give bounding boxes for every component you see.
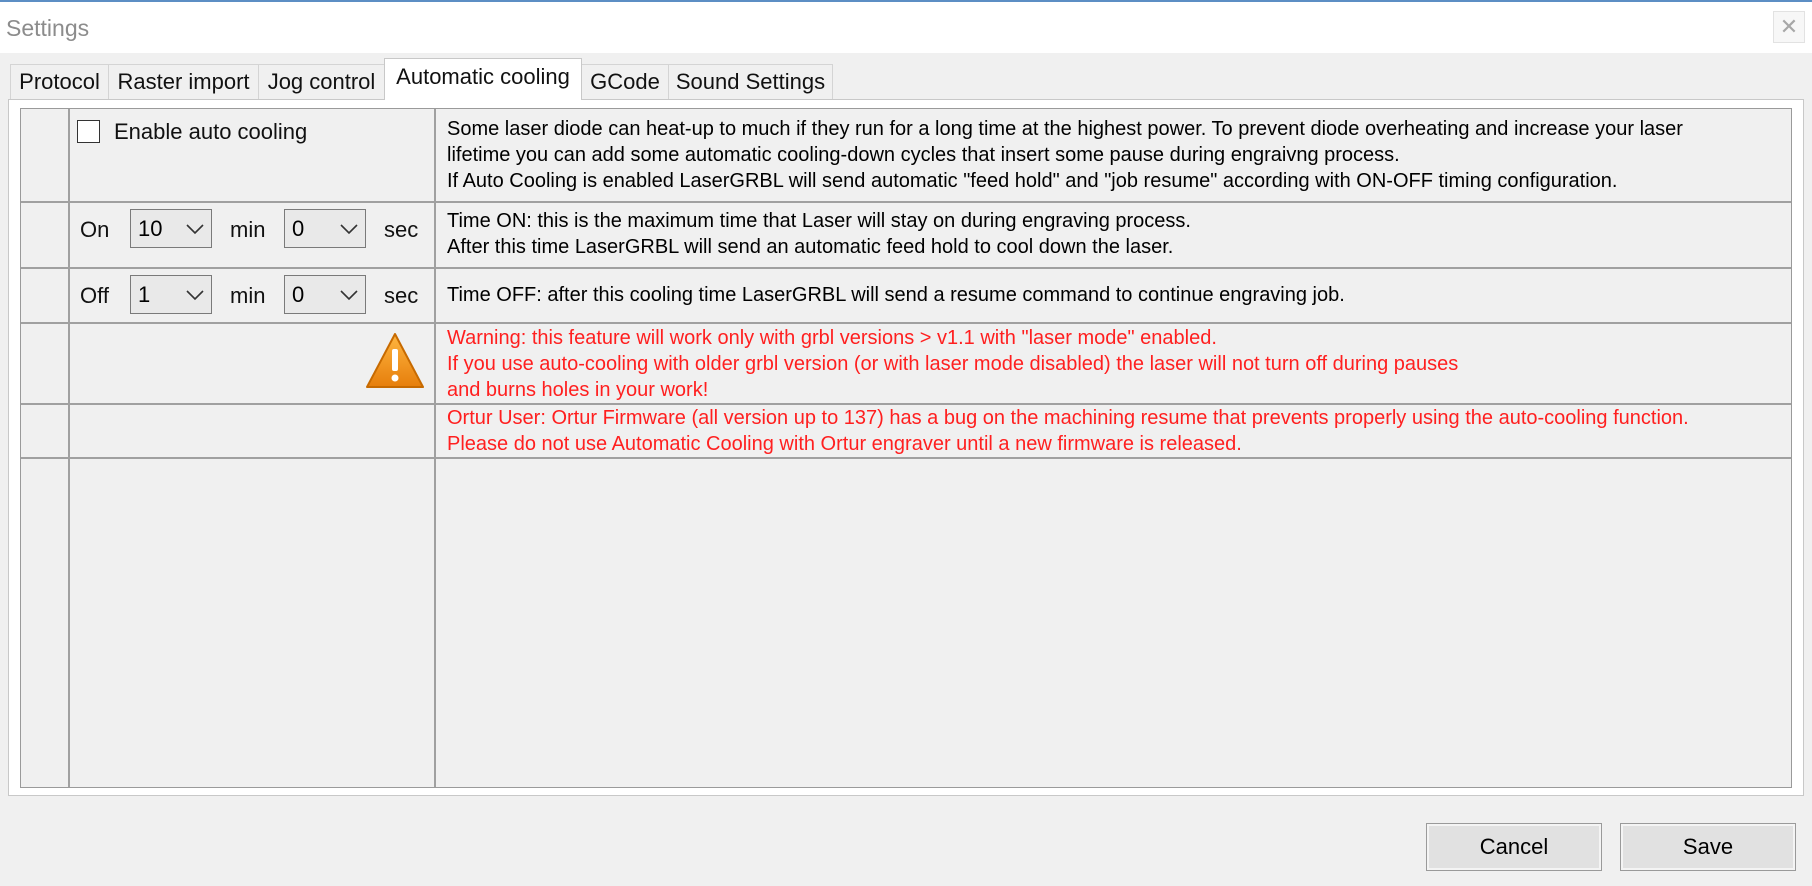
warning-line: Please do not use Automatic Cooling with… bbox=[447, 433, 1242, 455]
time-off-description: Time OFF: after this cooling time LaserG… bbox=[447, 282, 1345, 308]
on-seconds-unit: sec bbox=[384, 217, 419, 242]
tab-jog-control[interactable]: Jog control bbox=[258, 64, 385, 99]
off-seconds-unit: sec bbox=[384, 283, 419, 308]
enable-auto-cooling-label: Enable auto cooling bbox=[114, 119, 308, 144]
warning-line: and burns holes in your work! bbox=[447, 379, 709, 401]
grid-divider bbox=[21, 322, 1791, 324]
description-line: Time ON: this is the maximum time that L… bbox=[447, 210, 1191, 232]
on-seconds-value: 0 bbox=[292, 216, 305, 241]
tab-raster-import[interactable]: Raster import bbox=[108, 64, 259, 99]
off-seconds-select[interactable]: 0 bbox=[284, 275, 366, 314]
off-minutes-select[interactable]: 1 bbox=[130, 275, 212, 314]
tab-protocol[interactable]: Protocol bbox=[10, 64, 109, 99]
grid-divider bbox=[21, 267, 1791, 269]
tab-automatic-cooling[interactable]: Automatic cooling bbox=[384, 58, 582, 100]
off-minutes-unit: min bbox=[230, 283, 266, 308]
on-minutes-select[interactable]: 10 bbox=[130, 209, 212, 248]
description-line: lifetime you can add some automatic cool… bbox=[447, 144, 1400, 166]
description-line: Some laser diode can heat-up to much if … bbox=[447, 118, 1683, 140]
grbl-version-warning: Warning: this feature will work only wit… bbox=[447, 325, 1458, 403]
on-minutes-value: 10 bbox=[138, 216, 163, 241]
grid-divider bbox=[21, 201, 1791, 203]
on-label: On bbox=[80, 217, 110, 242]
save-button[interactable]: Save bbox=[1620, 823, 1796, 871]
description-line: Time OFF: after this cooling time LaserG… bbox=[447, 284, 1345, 306]
chevron-down-icon bbox=[186, 290, 204, 301]
warning-icon bbox=[366, 333, 424, 388]
on-seconds-select[interactable]: 0 bbox=[284, 209, 366, 248]
grid-divider bbox=[434, 109, 436, 787]
on-minutes-unit: min bbox=[230, 217, 266, 242]
auto-cooling-description: Some laser diode can heat-up to much if … bbox=[447, 116, 1683, 194]
description-line: If Auto Cooling is enabled LaserGRBL wil… bbox=[447, 170, 1618, 192]
warning-line: Ortur User: Ortur Firmware (all version … bbox=[447, 407, 1689, 429]
grid-divider bbox=[68, 109, 70, 787]
chevron-down-icon bbox=[186, 224, 204, 235]
off-minutes-value: 1 bbox=[138, 282, 151, 307]
warning-line: If you use auto-cooling with older grbl … bbox=[447, 353, 1459, 375]
enable-auto-cooling-checkbox[interactable] bbox=[77, 120, 100, 143]
chevron-down-icon bbox=[340, 224, 358, 235]
off-seconds-value: 0 bbox=[292, 282, 305, 307]
chevron-down-icon bbox=[340, 290, 358, 301]
description-line: After this time LaserGRBL will send an a… bbox=[447, 236, 1174, 258]
cancel-button[interactable]: Cancel bbox=[1426, 823, 1602, 871]
tab-strip: Protocol Raster import Jog control Autom… bbox=[0, 0, 1812, 100]
tab-sound-settings[interactable]: Sound Settings bbox=[668, 64, 833, 99]
time-on-description: Time ON: this is the maximum time that L… bbox=[447, 208, 1191, 260]
warning-line: Warning: this feature will work only wit… bbox=[447, 327, 1217, 349]
tab-gcode[interactable]: GCode bbox=[581, 64, 669, 99]
ortur-firmware-warning: Ortur User: Ortur Firmware (all version … bbox=[447, 405, 1689, 457]
grid-divider bbox=[21, 457, 1791, 459]
off-label: Off bbox=[80, 283, 109, 308]
